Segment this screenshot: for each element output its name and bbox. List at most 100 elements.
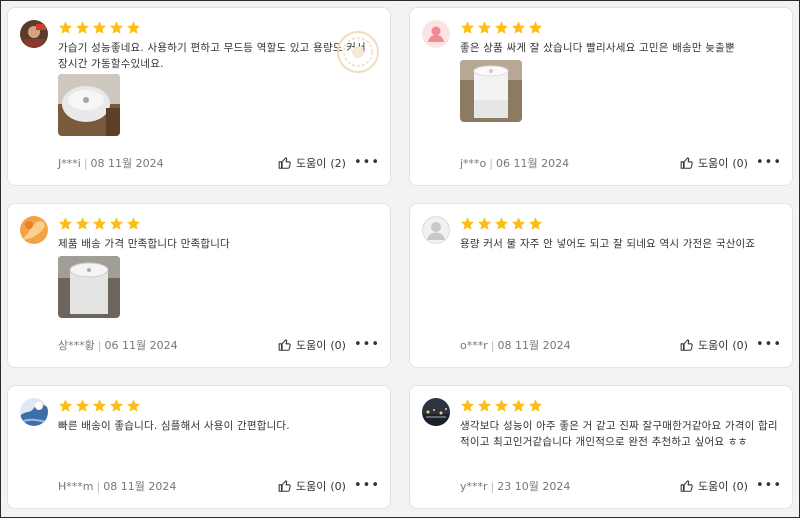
thumbs-up-icon bbox=[278, 157, 291, 169]
star-icon bbox=[92, 217, 107, 230]
star-icon bbox=[528, 399, 543, 412]
review-author: o***r bbox=[460, 339, 488, 352]
review-text: 빠른 배송이 좋습니다. 심플해서 사용이 간편합니다. bbox=[58, 420, 290, 432]
thumbs-up-icon bbox=[278, 339, 291, 351]
review-card: 가습기 성능좋네요. 사용하기 편하고 무드등 역할도 있고 용량도 커서 장시… bbox=[7, 7, 391, 186]
more-options-icon[interactable]: ••• bbox=[354, 156, 380, 169]
star-icon bbox=[92, 21, 107, 34]
review-date: 23 10월 2024 bbox=[497, 480, 571, 493]
thumbs-up-icon bbox=[680, 480, 693, 492]
star-icon bbox=[511, 21, 526, 34]
review-author: H***m bbox=[58, 480, 94, 493]
star-icon bbox=[460, 217, 475, 230]
review-author: 상***황 bbox=[58, 339, 95, 352]
star-icon bbox=[58, 399, 73, 412]
star-icon bbox=[460, 21, 475, 34]
more-options-icon[interactable]: ••• bbox=[756, 156, 782, 169]
helpful-label: 도움이 bbox=[698, 157, 729, 170]
helpful-button[interactable]: 도움이 (0) bbox=[680, 155, 748, 171]
review-photo[interactable] bbox=[460, 60, 522, 122]
more-options-icon[interactable]: ••• bbox=[354, 338, 380, 351]
review-card: 좋은 상품 싸게 잘 샀습니다 빨리사세요 고민은 배송만 늦출뿐 j***o |… bbox=[409, 7, 793, 186]
helpful-button[interactable]: 도움이 (0) bbox=[680, 337, 748, 353]
star-icon bbox=[126, 217, 141, 230]
review-text: 가습기 성능좋네요. 사용하기 편하고 무드등 역할도 있고 용량도 커서 장시… bbox=[58, 42, 366, 70]
star-icon bbox=[92, 399, 107, 412]
star-icon bbox=[126, 21, 141, 34]
star-icon bbox=[477, 217, 492, 230]
star-icon bbox=[109, 21, 124, 34]
review-date: 08 11월 2024 bbox=[103, 480, 177, 493]
review-card: 제품 배송 가격 만족합니다 만족합니다 상***황 | 06 11월 2024 도… bbox=[7, 203, 391, 368]
rating-stars bbox=[460, 216, 543, 231]
thumbs-up-icon bbox=[680, 339, 693, 351]
review-text: 제품 배송 가격 만족합니다 만족합니다 bbox=[58, 238, 230, 250]
more-options-icon[interactable]: ••• bbox=[756, 338, 782, 351]
helpful-label: 도움이 bbox=[296, 480, 327, 493]
star-icon bbox=[494, 217, 509, 230]
divider: | bbox=[490, 339, 495, 352]
review-date: 08 11월 2024 bbox=[497, 339, 571, 352]
review-footer: o***r | 08 11월 2024 도움이 (0) ••• bbox=[460, 337, 782, 353]
divider: | bbox=[489, 157, 494, 170]
star-icon bbox=[477, 21, 492, 34]
helpful-label: 도움이 bbox=[698, 339, 729, 352]
review-text: 좋은 상품 싸게 잘 샀습니다 빨리사세요 고민은 배송만 늦출뿐 bbox=[460, 42, 735, 54]
helpful-count: (0) bbox=[732, 156, 748, 170]
rating-stars bbox=[460, 398, 543, 413]
star-icon bbox=[511, 217, 526, 230]
user-avatar bbox=[422, 216, 450, 244]
review-footer: j***o | 06 11월 2024 도움이 (0) ••• bbox=[460, 155, 782, 171]
review-date: 06 11월 2024 bbox=[496, 157, 570, 170]
star-icon bbox=[58, 217, 73, 230]
review-author: j***o bbox=[460, 157, 487, 170]
helpful-label: 도움이 bbox=[296, 157, 327, 170]
more-options-icon[interactable]: ••• bbox=[354, 479, 380, 492]
review-card: 빠른 배송이 좋습니다. 심플해서 사용이 간편합니다. H***m | 08 11… bbox=[7, 385, 391, 509]
review-author: y***r bbox=[460, 480, 488, 493]
rating-stars bbox=[58, 398, 141, 413]
helpful-count: (0) bbox=[330, 479, 346, 493]
helpful-label: 도움이 bbox=[698, 480, 729, 493]
user-avatar bbox=[422, 398, 450, 426]
star-icon bbox=[75, 21, 90, 34]
thumbs-up-icon bbox=[278, 480, 291, 492]
divider: | bbox=[96, 480, 101, 493]
review-photo[interactable] bbox=[58, 256, 120, 318]
review-date: 08 11월 2024 bbox=[90, 157, 164, 170]
helpful-button[interactable]: 도움이 (2) bbox=[278, 155, 346, 171]
user-avatar bbox=[422, 20, 450, 48]
thumbs-up-icon bbox=[680, 157, 693, 169]
rating-stars bbox=[58, 20, 141, 35]
review-footer: y***r | 23 10월 2024 도움이 (0) ••• bbox=[460, 478, 782, 494]
stamp-watermark-icon bbox=[337, 31, 379, 73]
user-avatar bbox=[20, 398, 48, 426]
star-icon bbox=[58, 21, 73, 34]
star-icon bbox=[75, 399, 90, 412]
review-text: 생각보다 성능이 아주 좋은 거 같고 진짜 잘구매한거같아요 가격이 합리적이… bbox=[460, 420, 778, 448]
helpful-count: (0) bbox=[330, 338, 346, 352]
star-icon bbox=[460, 399, 475, 412]
helpful-count: (0) bbox=[732, 338, 748, 352]
review-date: 06 11월 2024 bbox=[104, 339, 178, 352]
helpful-label: 도움이 bbox=[296, 339, 327, 352]
star-icon bbox=[126, 399, 141, 412]
review-photo[interactable] bbox=[58, 74, 120, 136]
review-card: 용량 커서 물 자주 안 넣어도 되고 잘 되네요 역시 가전은 국산이죠 o*… bbox=[409, 203, 793, 368]
rating-stars bbox=[460, 20, 543, 35]
star-icon bbox=[494, 399, 509, 412]
helpful-button[interactable]: 도움이 (0) bbox=[278, 337, 346, 353]
helpful-button[interactable]: 도움이 (0) bbox=[278, 478, 346, 494]
review-footer: J***i | 08 11월 2024 도움이 (2) ••• bbox=[58, 155, 380, 171]
user-avatar bbox=[20, 20, 48, 48]
helpful-count: (2) bbox=[330, 156, 346, 170]
helpful-button[interactable]: 도움이 (0) bbox=[680, 478, 748, 494]
divider: | bbox=[83, 157, 88, 170]
more-options-icon[interactable]: ••• bbox=[756, 479, 782, 492]
star-icon bbox=[477, 399, 492, 412]
star-icon bbox=[511, 399, 526, 412]
helpful-count: (0) bbox=[732, 479, 748, 493]
divider: | bbox=[97, 339, 102, 352]
review-footer: H***m | 08 11월 2024 도움이 (0) ••• bbox=[58, 478, 380, 494]
review-text: 용량 커서 물 자주 안 넣어도 되고 잘 되네요 역시 가전은 국산이죠 bbox=[460, 238, 756, 250]
